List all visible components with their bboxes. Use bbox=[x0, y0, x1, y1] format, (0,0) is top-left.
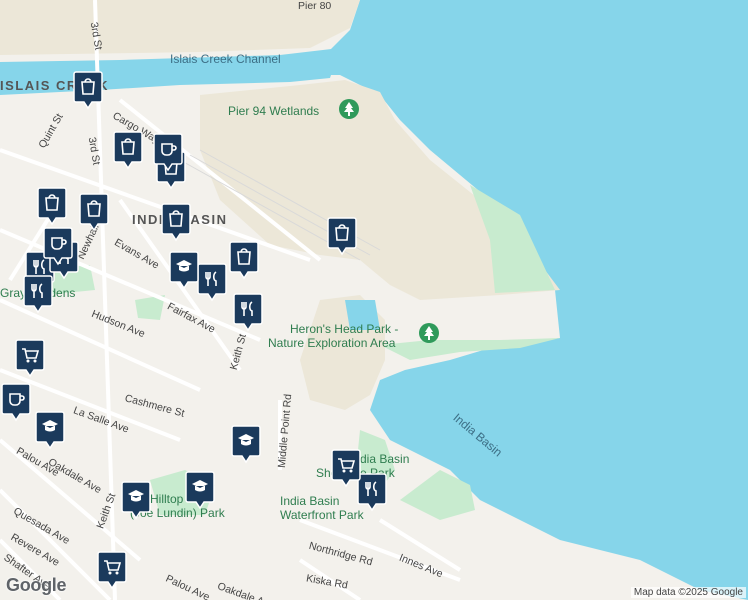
cart-marker-pin[interactable] bbox=[14, 338, 46, 378]
park-label-india-basin-waterfront-2: Waterfront Park bbox=[280, 508, 364, 522]
bag-marker-pin[interactable] bbox=[326, 216, 358, 256]
bag-marker-pin[interactable] bbox=[36, 186, 68, 226]
bag-marker-pin[interactable] bbox=[72, 70, 104, 110]
park-label-india-basin-waterfront-1: India Basin bbox=[280, 494, 340, 508]
park-label-pier-94-wetlands: Pier 94 Wetlands bbox=[228, 104, 320, 118]
cup-marker-pin[interactable] bbox=[42, 226, 74, 266]
park-label-hilltop: Hilltop bbox=[150, 492, 184, 506]
map-attribution: Map data ©2025 Google bbox=[630, 587, 746, 598]
cap-marker-pin[interactable] bbox=[230, 424, 262, 464]
cap-marker-pin[interactable] bbox=[120, 480, 152, 520]
bag-marker-pin[interactable] bbox=[78, 192, 110, 232]
cap-marker-pin[interactable] bbox=[184, 470, 216, 510]
street-label-pier-80: Pier 80 bbox=[298, 0, 332, 12]
cart-marker-pin[interactable] bbox=[96, 550, 128, 590]
fork-marker-pin[interactable] bbox=[22, 274, 54, 314]
park-label-herons-head-2: Nature Exploration Area bbox=[268, 336, 396, 350]
cup-marker-pin[interactable] bbox=[0, 382, 32, 422]
google-logo: Google bbox=[6, 575, 67, 595]
bag-marker-pin[interactable] bbox=[160, 202, 192, 242]
bag-marker-pin[interactable] bbox=[112, 130, 144, 170]
water-label-islais-creek-channel: Islais Creek Channel bbox=[170, 52, 281, 66]
cup-marker-pin[interactable] bbox=[152, 132, 184, 172]
fork-marker-pin[interactable] bbox=[232, 292, 264, 332]
cart-marker-pin[interactable] bbox=[330, 448, 362, 488]
bag-marker-pin[interactable] bbox=[228, 240, 260, 280]
cap-marker-pin[interactable] bbox=[34, 410, 66, 450]
park-label-herons-head-1: Heron's Head Park - bbox=[290, 322, 399, 336]
fork-marker-pin[interactable] bbox=[196, 262, 228, 302]
tree-icon[interactable] bbox=[338, 98, 360, 120]
cap-marker-pin[interactable] bbox=[168, 250, 200, 290]
map-canvas[interactable]: Pier 80 Islais Creek Channel ISLAIS CREE… bbox=[0, 0, 748, 600]
tree-icon[interactable] bbox=[418, 322, 440, 344]
